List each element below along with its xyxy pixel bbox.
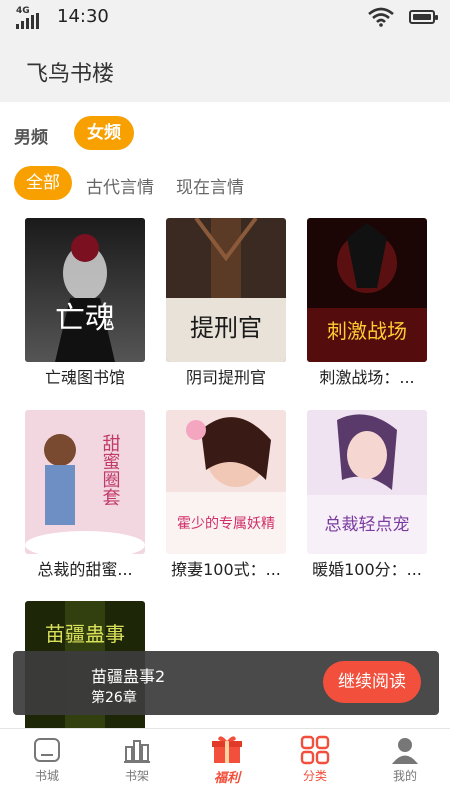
svg-text:提刑官: 提刑官 <box>190 314 262 342</box>
svg-text:甜蜜圈套: 甜蜜圈套 <box>100 434 121 506</box>
status-bar: 4G 14:30 <box>0 0 450 36</box>
continue-reading-button[interactable]: 继续阅读 <box>323 661 421 703</box>
category-tabs: 全部 古代言情 现在言情 <box>0 164 450 204</box>
nav-welfare[interactable]: 福利 <box>182 729 272 800</box>
bottom-nav: 书城 书架 福利 分类 我的 <box>0 728 450 800</box>
svg-text:霍少的专属妖精: 霍少的专属妖精 <box>177 516 275 532</box>
svg-text:刺激战场: 刺激战场 <box>327 319 407 343</box>
book-cover[interactable]: 亡魂 <box>25 218 145 362</box>
book-cover[interactable]: 总裁轻点宠 <box>307 410 427 554</box>
svg-text:总裁轻点宠: 总裁轻点宠 <box>325 515 410 535</box>
nav-bookstore[interactable]: 书城 <box>2 729 92 800</box>
book-title: 亡魂图书馆 <box>44 368 125 387</box>
continue-chapter: 第26章 <box>91 690 137 706</box>
category-ancient-romance[interactable]: 古代言情 <box>86 173 154 198</box>
category-all[interactable]: 全部 <box>14 166 72 200</box>
nav-label: 福利 <box>213 771 240 786</box>
tab-male[interactable]: 男频 <box>14 123 48 148</box>
nav-label: 我的 <box>392 769 417 783</box>
bookshelf-icon <box>124 740 150 763</box>
book-cover[interactable]: 提刑官 <box>166 218 286 362</box>
book-title: 暖婚100分：... <box>312 560 422 579</box>
nav-profile[interactable]: 我的 <box>360 729 450 800</box>
profile-icon <box>392 738 418 764</box>
book-cover[interactable]: 甜蜜圈套 <box>25 410 145 554</box>
wifi-icon <box>368 7 394 27</box>
book-title: 刺激战场：... <box>319 368 415 387</box>
category-icon <box>300 735 330 765</box>
signal-icon <box>16 13 42 29</box>
status-time: 14:30 <box>57 6 109 27</box>
tab-female[interactable]: 女频 <box>74 116 134 150</box>
category-modern-romance[interactable]: 现在言情 <box>176 173 244 198</box>
battery-icon <box>409 10 438 24</box>
book-title: 撩妻100式：... <box>171 560 281 579</box>
app-header: 飞鸟书楼 <box>0 36 450 102</box>
continue-book-title: 苗疆蛊事2 <box>91 667 166 686</box>
book-title: 总裁的甜蜜... <box>37 560 133 579</box>
app-title: 飞鸟书楼 <box>26 62 115 87</box>
nav-category[interactable]: 分类 <box>270 729 360 800</box>
nav-label: 分类 <box>302 769 327 783</box>
book-cover[interactable]: 霍少的专属妖精 <box>166 410 286 554</box>
book-cover[interactable]: 刺激战场 <box>307 218 427 362</box>
nav-label: 书架 <box>124 769 149 783</box>
home-icon <box>34 738 60 762</box>
channel-tabs: 男频 女频 <box>0 112 450 158</box>
nav-label: 书城 <box>34 769 59 783</box>
continue-reading-bar[interactable]: 苗疆蛊事2 第26章 继续阅读 <box>13 651 439 715</box>
gift-icon <box>212 736 242 763</box>
book-title: 阴司提刑官 <box>185 368 266 387</box>
svg-text:亡魂: 亡魂 <box>55 301 115 336</box>
nav-bookshelf[interactable]: 书架 <box>92 729 182 800</box>
svg-text:苗疆蛊事: 苗疆蛊事 <box>45 622 125 646</box>
